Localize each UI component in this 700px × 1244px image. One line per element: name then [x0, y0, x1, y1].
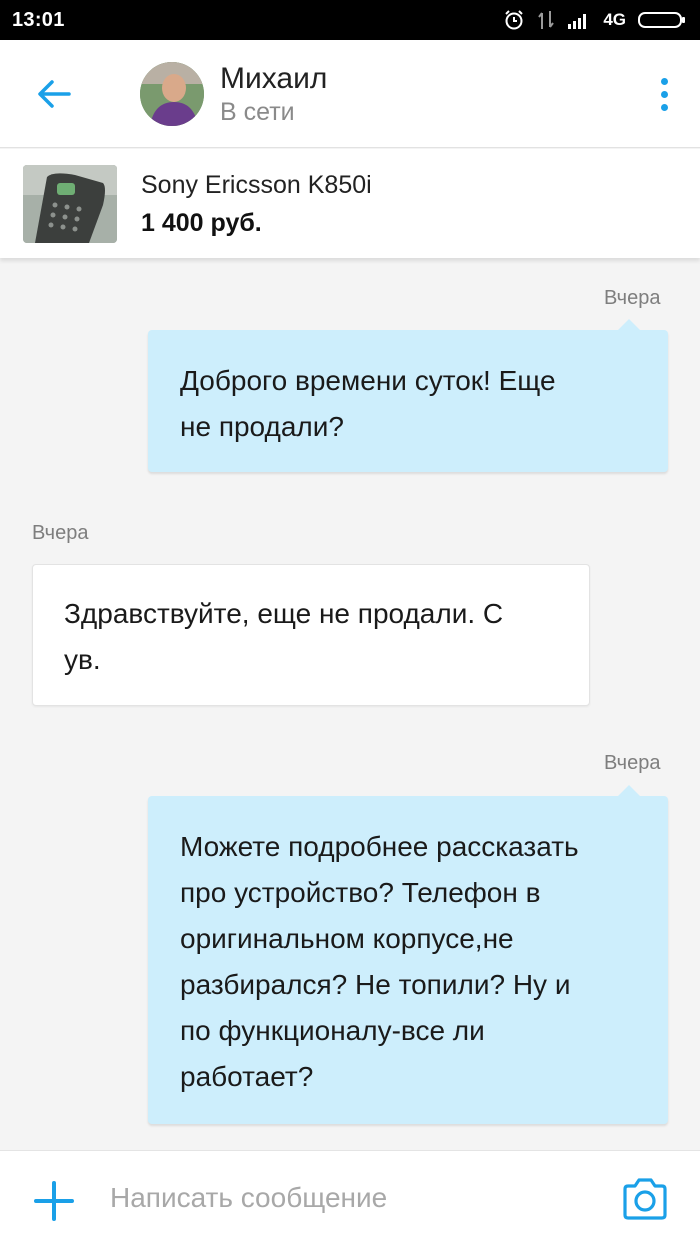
more-options-button[interactable] — [650, 68, 678, 120]
contact-name: Михаил — [220, 62, 328, 95]
more-vertical-icon — [660, 77, 668, 85]
camera-button[interactable] — [620, 1175, 670, 1223]
message-timestamp: Вчера — [604, 287, 661, 309]
outgoing-message[interactable]: Можете подробнее рассказать про устройст… — [148, 785, 668, 1124]
product-price: 1 400 руб. — [141, 209, 262, 237]
avatar[interactable] — [140, 62, 204, 126]
data-arrows-icon — [538, 11, 555, 29]
message-timestamp: Вчера — [604, 752, 661, 774]
message-line: разбирался? Не топили? Ну и — [180, 969, 571, 1000]
product-card[interactable]: Sony Ericsson K850i 1 400 руб. — [0, 149, 700, 258]
status-bar: 13:01 4G — [0, 0, 700, 40]
message-line: оригинальном корпусе,не — [180, 923, 514, 954]
back-button[interactable] — [24, 66, 84, 122]
network-type: 4G — [603, 10, 626, 29]
message-line: про устройство? Телефон в — [180, 877, 541, 908]
add-attachment-button[interactable] — [30, 1177, 78, 1225]
alarm-icon — [505, 10, 524, 30]
chat-header: Михаил В сети — [0, 40, 700, 148]
outgoing-message[interactable]: Доброго времени суток! Еще не продали? — [148, 319, 668, 472]
message-line: не продали? — [180, 411, 344, 442]
message-line: Можете подробнее рассказать — [180, 831, 579, 862]
product-thumbnail — [23, 165, 117, 243]
incoming-message[interactable]: Здравствуйте, еще не продали. С ув. — [32, 564, 590, 706]
status-time: 13:01 — [12, 8, 65, 31]
product-title: Sony Ericsson K850i — [141, 171, 372, 199]
arrow-left-icon — [38, 80, 71, 108]
message-line: по функционалу-все ли — [180, 1015, 485, 1046]
message-input[interactable] — [110, 1175, 590, 1221]
message-line: ув. — [64, 644, 101, 675]
user-photo — [140, 62, 204, 126]
status-icons: 4G — [503, 9, 686, 31]
battery-icon — [638, 12, 685, 28]
message-timestamp: Вчера — [32, 522, 89, 544]
message-composer — [0, 1150, 700, 1244]
message-line: Доброго времени суток! Еще — [180, 365, 556, 396]
message-line: Здравствуйте, еще не продали. С — [64, 598, 504, 629]
phone-photo — [23, 165, 117, 243]
camera-icon — [623, 1178, 667, 1220]
signal-icon — [568, 14, 587, 29]
plus-icon — [34, 1181, 74, 1221]
message-line: работает? — [180, 1061, 314, 1092]
contact-status: В сети — [220, 98, 295, 126]
